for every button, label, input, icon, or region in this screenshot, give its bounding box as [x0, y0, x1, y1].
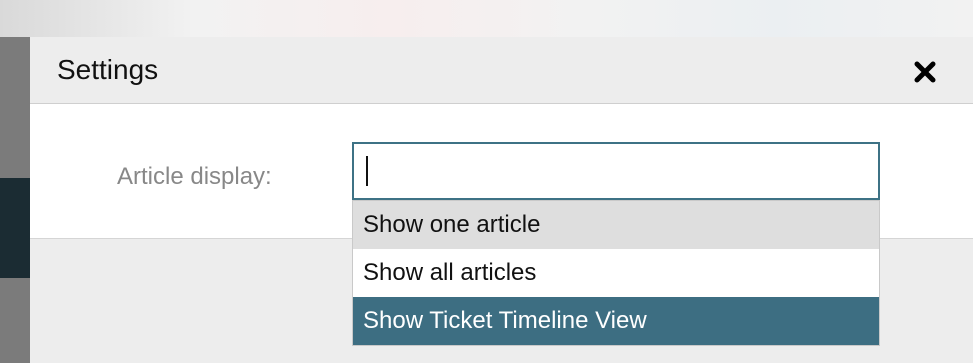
text-cursor — [366, 156, 368, 186]
option-show-one-article[interactable]: Show one article — [353, 201, 879, 249]
dialog-header: Settings — [30, 37, 973, 104]
dialog-title: Settings — [57, 54, 159, 85]
article-display-label: Article display: — [117, 163, 272, 190]
background-page-top — [0, 0, 973, 37]
article-display-input[interactable] — [352, 142, 880, 200]
close-button[interactable] — [912, 59, 938, 85]
article-display-dropdown: Show one article Show all articles Show … — [352, 200, 880, 346]
option-show-ticket-timeline-view[interactable]: Show Ticket Timeline View — [353, 297, 879, 345]
close-icon — [914, 61, 936, 83]
option-show-all-articles[interactable]: Show all articles — [353, 249, 879, 297]
